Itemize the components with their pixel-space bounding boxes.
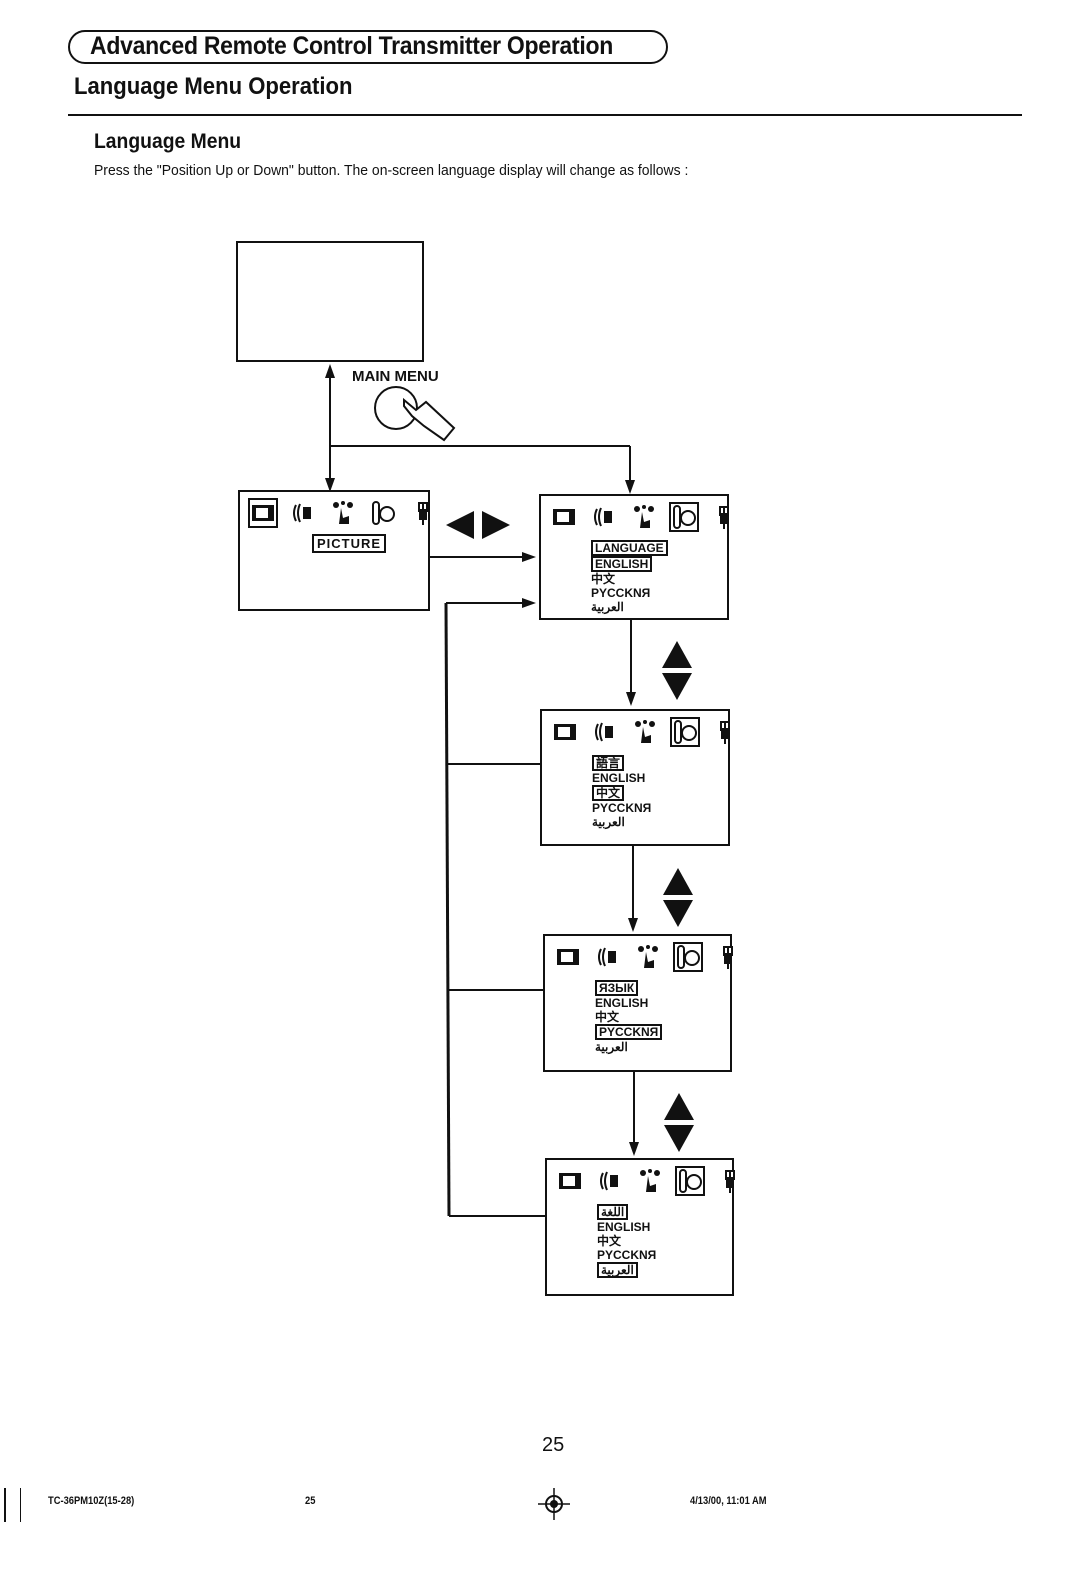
picture-icon[interactable] bbox=[549, 502, 579, 532]
language-menu-screen: ЯЗЫК ENGLISH 中文 PYCCKNЯ العربية bbox=[543, 934, 733, 1072]
language-option[interactable]: PYCCKNЯ bbox=[592, 801, 651, 815]
language-option[interactable]: ENGLISH bbox=[591, 556, 668, 572]
language-option[interactable]: العربية bbox=[591, 600, 668, 614]
sound-icon[interactable] bbox=[595, 1166, 625, 1196]
language-option[interactable]: ENGLISH bbox=[595, 996, 662, 1010]
language-menu-screen: LANGUAGE ENGLISH 中文 PYCCKNЯ العربية bbox=[539, 494, 729, 620]
language-option[interactable]: ENGLISH bbox=[597, 1220, 656, 1234]
language-option[interactable]: 中文 bbox=[591, 572, 668, 586]
language-list: اللغة ENGLISH 中文 PYCCKNЯ العربية bbox=[597, 1204, 656, 1278]
language-option[interactable]: PYCCKNЯ bbox=[597, 1248, 656, 1262]
sound-icon[interactable] bbox=[590, 717, 620, 747]
page-number: 25 bbox=[542, 1434, 565, 1456]
sound-icon[interactable] bbox=[288, 498, 318, 528]
plug-icon[interactable] bbox=[710, 717, 740, 747]
menu-icons-row bbox=[550, 717, 740, 747]
plug-icon[interactable] bbox=[713, 942, 743, 972]
language-icon[interactable] bbox=[368, 498, 398, 528]
language-list: 語言 ENGLISH 中文 PYCCKNЯ العربية bbox=[592, 755, 651, 829]
language-option[interactable]: العربية bbox=[592, 815, 651, 829]
picture-menu-label[interactable]: PICTURE bbox=[312, 534, 387, 553]
picture-menu-screen: PICTURE bbox=[238, 490, 430, 611]
sound-icon[interactable] bbox=[589, 502, 619, 532]
margin-mark bbox=[20, 1488, 21, 1522]
language-icon[interactable] bbox=[670, 717, 700, 747]
picture-icon[interactable] bbox=[248, 498, 278, 528]
language-icon[interactable] bbox=[669, 502, 699, 532]
language-option[interactable]: العربية bbox=[595, 1040, 662, 1054]
margin-mark bbox=[4, 1488, 6, 1522]
language-menu-title: اللغة bbox=[597, 1204, 656, 1220]
setup-icon[interactable] bbox=[635, 1166, 665, 1196]
language-option[interactable]: 中文 bbox=[595, 1010, 662, 1024]
language-option[interactable]: PYCCKNЯ bbox=[591, 586, 668, 600]
menu-icons-row bbox=[549, 502, 739, 532]
language-option[interactable]: PYCCKNЯ bbox=[595, 1024, 663, 1040]
language-option[interactable]: العربية bbox=[597, 1262, 656, 1278]
doc-code: TC-36PM10Z(15-28) bbox=[48, 1495, 135, 1507]
setup-icon[interactable] bbox=[633, 942, 663, 972]
registration-mark-icon bbox=[538, 1488, 570, 1520]
language-menu-title: 語言 bbox=[592, 755, 651, 771]
picture-icon[interactable] bbox=[555, 1166, 585, 1196]
picture-icon[interactable] bbox=[550, 717, 580, 747]
language-option[interactable]: 中文 bbox=[597, 1234, 656, 1248]
setup-icon[interactable] bbox=[328, 498, 358, 528]
language-menu-screen: 語言 ENGLISH 中文 PYCCKNЯ العربية bbox=[540, 709, 730, 846]
language-menu-title: ЯЗЫК bbox=[595, 980, 662, 996]
language-option[interactable]: 中文 bbox=[592, 785, 651, 801]
language-menu-title: LANGUAGE bbox=[591, 540, 668, 556]
menu-icons-row bbox=[555, 1166, 745, 1196]
language-list: ЯЗЫК ENGLISH 中文 PYCCKNЯ العربية bbox=[595, 980, 663, 1054]
sound-icon[interactable] bbox=[593, 942, 623, 972]
right-arrow-icon bbox=[482, 511, 510, 539]
language-list: LANGUAGE ENGLISH 中文 PYCCKNЯ العربية bbox=[591, 540, 668, 614]
language-option[interactable]: ENGLISH bbox=[592, 771, 651, 785]
plug-icon[interactable] bbox=[408, 498, 438, 528]
language-icon[interactable] bbox=[673, 942, 703, 972]
arrow-up bbox=[325, 364, 335, 378]
plug-icon[interactable] bbox=[715, 1166, 745, 1196]
setup-icon[interactable] bbox=[629, 502, 659, 532]
doc-page: 25 bbox=[305, 1495, 316, 1507]
setup-icon[interactable] bbox=[630, 717, 660, 747]
left-arrow-icon bbox=[446, 511, 474, 539]
plug-icon[interactable] bbox=[709, 502, 739, 532]
language-icon[interactable] bbox=[675, 1166, 705, 1196]
menu-icons-row bbox=[553, 942, 743, 972]
print-timestamp: 4/13/00, 11:01 AM bbox=[690, 1495, 767, 1507]
picture-icon[interactable] bbox=[553, 942, 583, 972]
menu-icons-row bbox=[248, 498, 438, 528]
language-menu-screen: اللغة ENGLISH 中文 PYCCKNЯ العربية bbox=[545, 1158, 735, 1296]
